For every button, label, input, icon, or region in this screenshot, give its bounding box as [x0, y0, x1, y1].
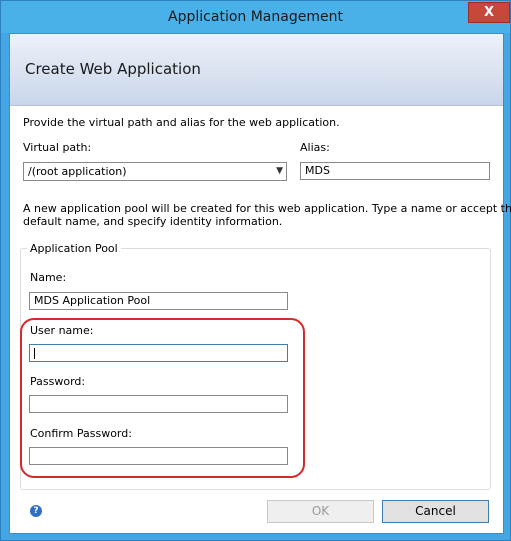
chevron-down-icon: ▼	[276, 166, 283, 176]
confirm-password-input[interactable]	[29, 447, 288, 465]
pool-note-line-2: default name, and specify identity infor…	[23, 215, 283, 228]
instructions-text: Provide the virtual path and alias for t…	[23, 116, 340, 129]
confirm-password-label: Confirm Password:	[30, 427, 132, 440]
alias-label: Alias:	[300, 141, 330, 154]
password-input[interactable]	[29, 395, 288, 413]
virtual-path-value: /(root application)	[28, 165, 127, 178]
virtual-path-label: Virtual path:	[23, 141, 92, 154]
application-pool-legend: Application Pool	[27, 242, 121, 255]
username-input[interactable]	[29, 344, 288, 362]
username-label: User name:	[30, 324, 94, 337]
virtual-path-select[interactable]: /(root application) ▼	[23, 162, 287, 181]
ok-button[interactable]: OK	[267, 500, 374, 523]
password-label: Password:	[30, 375, 86, 388]
dialog-window: Application Management X Create Web Appl…	[0, 0, 511, 541]
alias-input[interactable]: MDS	[300, 162, 490, 180]
cancel-button[interactable]: Cancel	[382, 500, 489, 523]
pool-name-input[interactable]: MDS Application Pool	[29, 292, 288, 310]
help-icon[interactable]: ?	[30, 505, 42, 517]
dialog-content: Create Web Application Provide the virtu…	[9, 33, 511, 534]
close-button[interactable]: X	[468, 2, 510, 23]
header-banner: Create Web Application	[10, 34, 503, 106]
window-title: Application Management	[168, 9, 343, 25]
text-cursor	[34, 348, 35, 359]
page-title: Create Web Application	[25, 60, 201, 78]
pool-name-label: Name:	[30, 271, 67, 284]
pool-note-line-1: A new application pool will be created f…	[23, 202, 511, 215]
title-bar[interactable]: Application Management X	[1, 1, 510, 33]
